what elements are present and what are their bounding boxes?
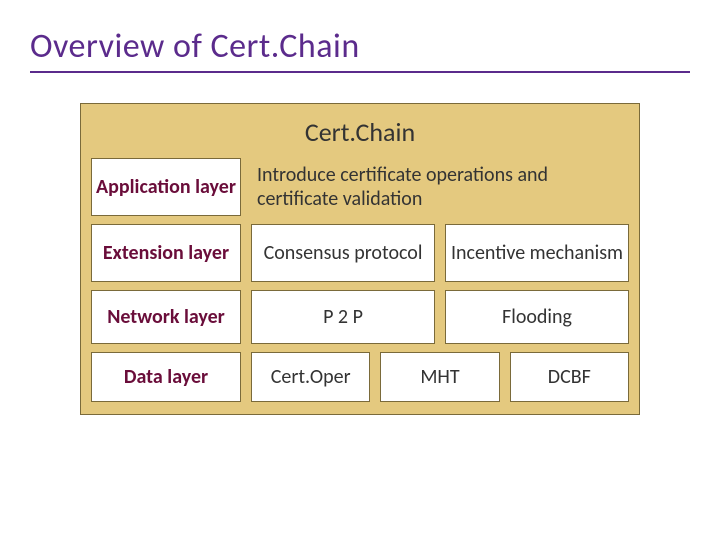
certchain-board: Cert.Chain Application layer Introduce c… xyxy=(80,103,640,415)
network-flooding: Flooding xyxy=(445,290,629,344)
extension-incentive: Incentive mechanism xyxy=(445,224,629,282)
row-data: Data layer Cert.Oper MHT DCBF xyxy=(91,352,629,402)
data-dcbf: DCBF xyxy=(510,352,629,402)
layer-application: Application layer xyxy=(91,158,241,216)
slide: Overview of Cert.Chain Cert.Chain Applic… xyxy=(0,0,720,540)
board-title: Cert.Chain xyxy=(91,112,629,158)
data-certoper: Cert.Oper xyxy=(251,352,370,402)
row-network: Network layer P 2 P Flooding xyxy=(91,290,629,344)
extension-consensus: Consensus protocol xyxy=(251,224,435,282)
layer-data: Data layer xyxy=(91,352,241,402)
slide-title: Overview of Cert.Chain xyxy=(30,26,690,67)
data-mht: MHT xyxy=(380,352,499,402)
layer-network: Network layer xyxy=(91,290,241,344)
application-description: Introduce certificate operations and cer… xyxy=(251,158,629,216)
network-p2p: P 2 P xyxy=(251,290,435,344)
row-application: Application layer Introduce certificate … xyxy=(91,158,629,216)
title-underline xyxy=(30,71,690,73)
row-extension: Extension layer Consensus protocol Incen… xyxy=(91,224,629,282)
layer-extension: Extension layer xyxy=(91,224,241,282)
